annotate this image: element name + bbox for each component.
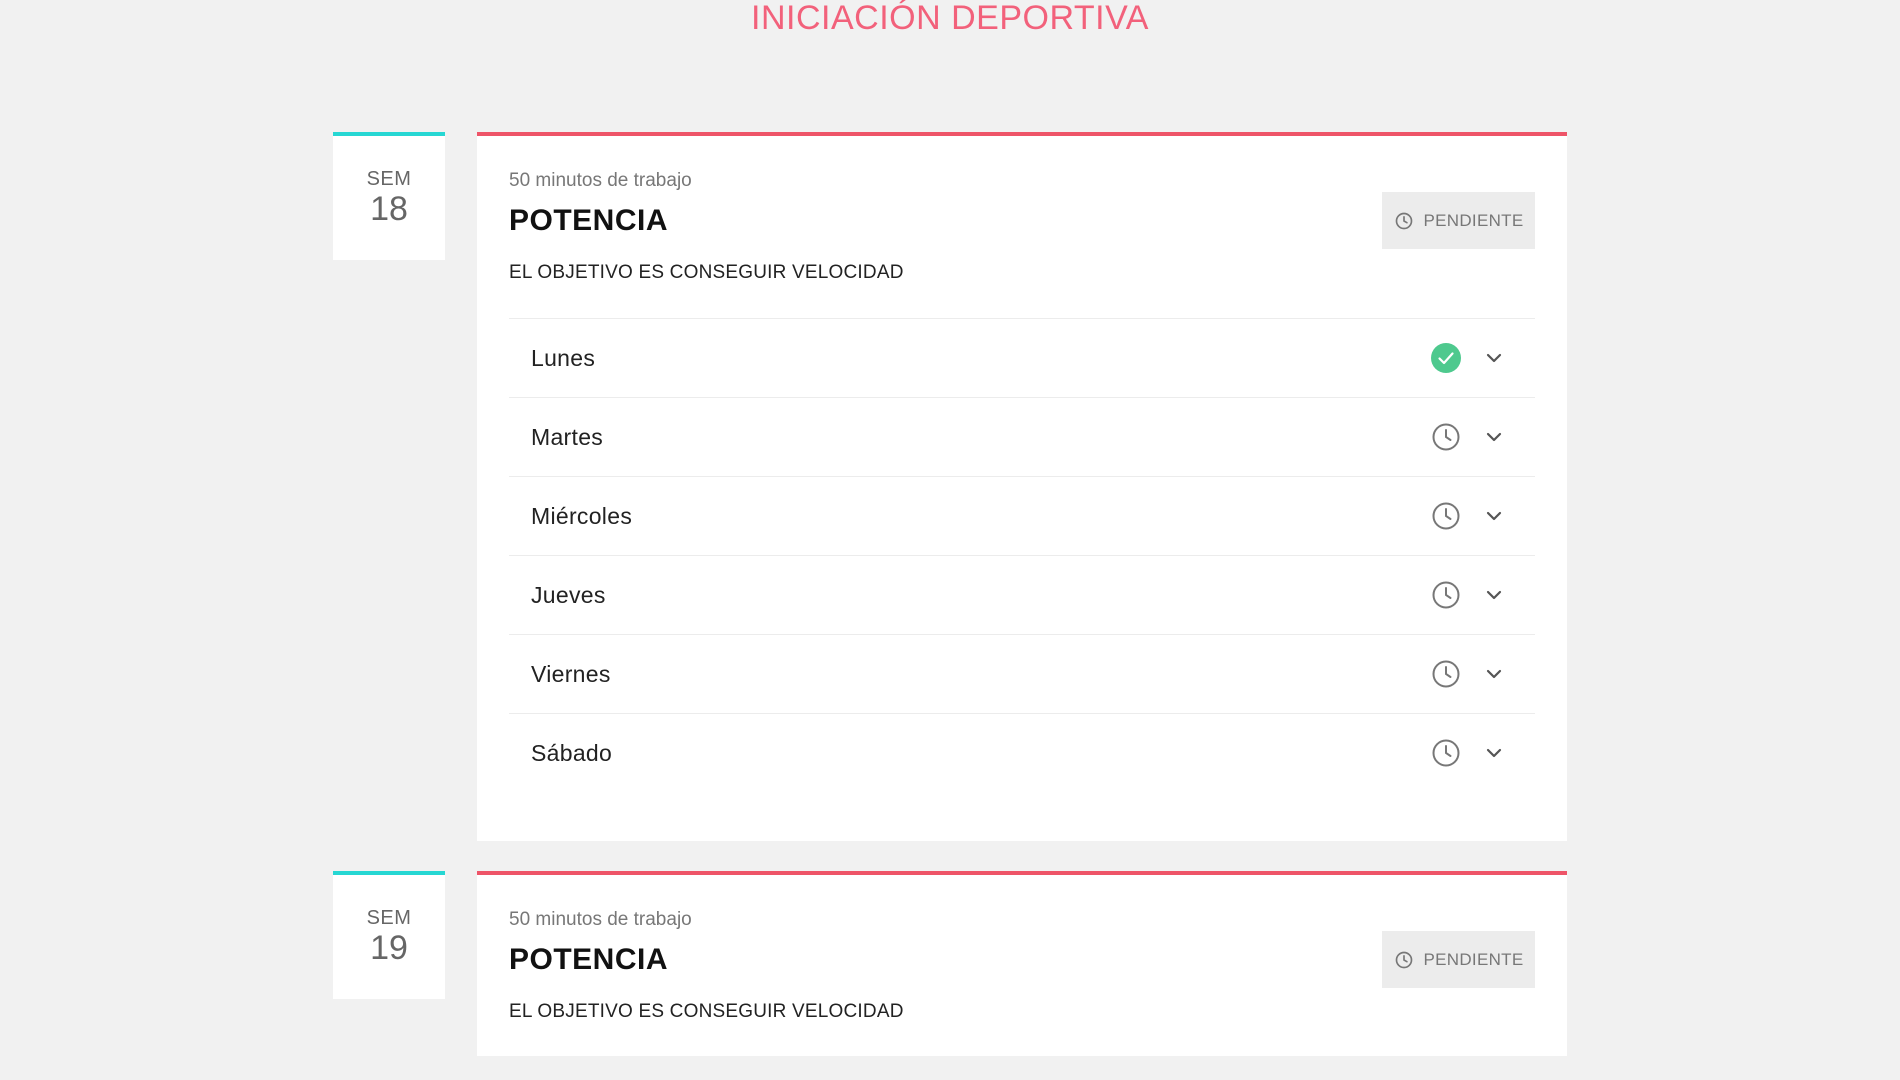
day-row-martes[interactable]: Martes: [509, 398, 1535, 477]
day-label: Jueves: [531, 582, 606, 608]
week-badge-prefix: SEM: [366, 907, 412, 929]
clock-icon: [1395, 951, 1412, 968]
week-title: POTENCIA: [509, 943, 669, 976]
week-number: 19: [370, 929, 408, 967]
check-circle-icon: [1431, 343, 1461, 373]
clock-icon: [1432, 423, 1460, 451]
week-number: 18: [370, 190, 408, 228]
week-badge-prefix: SEM: [366, 168, 412, 190]
week-card-header: 50 minutos de trabajo POTENCIA EL OBJETI…: [509, 875, 1535, 1057]
day-row-viernes[interactable]: Viernes: [509, 635, 1535, 714]
day-label: Miércoles: [531, 503, 633, 529]
chevron-down-icon[interactable]: [1483, 742, 1505, 764]
status-label: PENDIENTE: [1423, 210, 1524, 230]
clock-icon: [1395, 212, 1412, 229]
day-row-lunes[interactable]: Lunes: [509, 319, 1535, 398]
day-row-sabado[interactable]: Sábado: [509, 714, 1535, 792]
clock-icon: [1432, 502, 1460, 530]
clock-icon: [1432, 739, 1460, 767]
day-row-miercoles[interactable]: Miércoles: [509, 477, 1535, 556]
status-button[interactable]: PENDIENTE: [1382, 931, 1535, 988]
work-minutes-label: 50 minutos de trabajo: [509, 170, 692, 191]
chevron-down-icon[interactable]: [1483, 505, 1505, 527]
week-objective: EL OBJETIVO ES CONSEGUIR VELOCIDAD: [509, 1001, 904, 1022]
chevron-down-icon[interactable]: [1483, 347, 1505, 369]
clock-icon: [1432, 581, 1460, 609]
day-row-jueves[interactable]: Jueves: [509, 556, 1535, 635]
week-card-header: 50 minutos de trabajo POTENCIA EL OBJETI…: [509, 136, 1535, 318]
week-title: POTENCIA: [509, 204, 669, 237]
day-label: Lunes: [531, 345, 596, 371]
day-label: Viernes: [531, 661, 611, 687]
day-list: Lunes Martes Miércoles Jueves Viernes Sá…: [509, 318, 1535, 792]
chevron-down-icon[interactable]: [1483, 663, 1505, 685]
week-badge: SEM 19: [333, 871, 445, 999]
week-card: 50 minutos de trabajo POTENCIA EL OBJETI…: [477, 132, 1567, 841]
chevron-down-icon[interactable]: [1483, 426, 1505, 448]
chevron-down-icon[interactable]: [1483, 584, 1505, 606]
week-badge: SEM 18: [333, 132, 445, 260]
day-label: Sábado: [531, 740, 613, 766]
status-button[interactable]: PENDIENTE: [1382, 192, 1535, 249]
clock-icon: [1432, 660, 1460, 688]
week-objective: EL OBJETIVO ES CONSEGUIR VELOCIDAD: [509, 262, 904, 283]
week-card: 50 minutos de trabajo POTENCIA EL OBJETI…: [477, 871, 1567, 1056]
status-label: PENDIENTE: [1423, 949, 1524, 969]
work-minutes-label: 50 minutos de trabajo: [509, 909, 692, 930]
page-title: INICIACIÓN DEPORTIVA: [751, 0, 1149, 37]
day-label: Martes: [531, 424, 604, 450]
